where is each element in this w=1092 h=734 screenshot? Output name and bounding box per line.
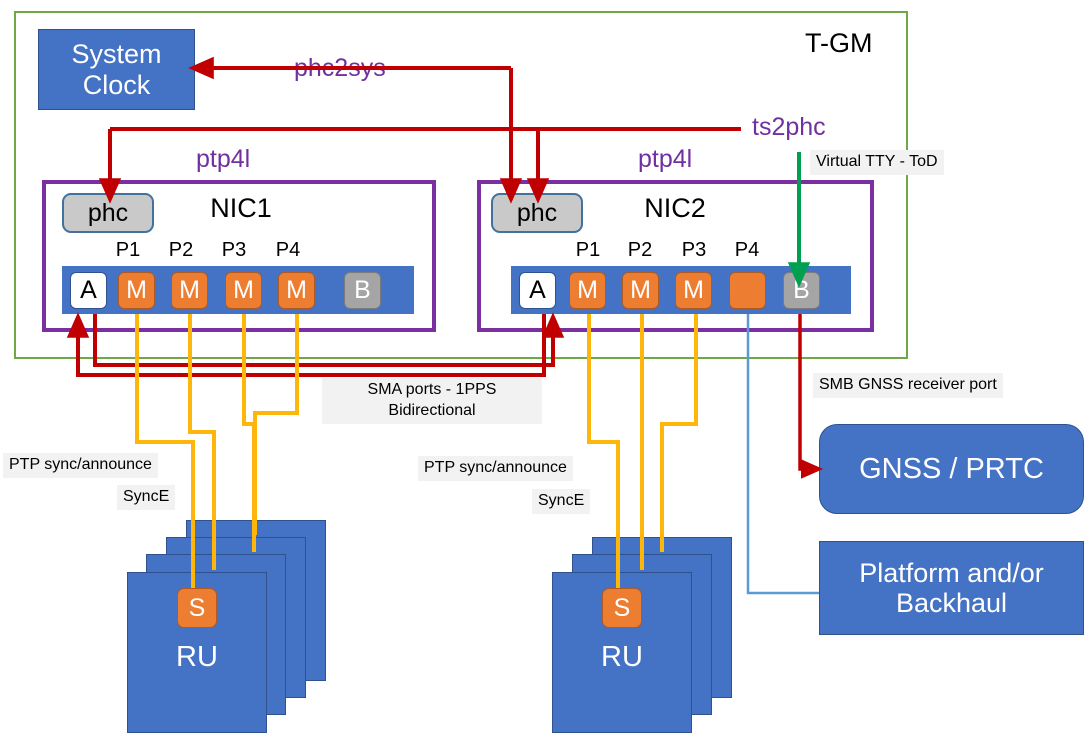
nic1-port-a[interactable]: A — [70, 272, 107, 309]
ru-left-label: RU — [176, 641, 218, 673]
nic2-port-b[interactable]: B — [783, 272, 820, 309]
sma-ports-note: SMA ports - 1PPS Bidirectional — [322, 378, 542, 424]
ptp4l-nic2-label: ptp4l — [638, 145, 693, 173]
nic1-title: NIC1 — [210, 193, 272, 223]
nic1-port-b[interactable]: B — [344, 272, 381, 309]
system-clock-box: System Clock — [38, 29, 195, 110]
nic2-phc-box: phc — [491, 193, 583, 233]
ru-right-label: RU — [601, 641, 643, 673]
nic2-port-label-p3: P3 — [681, 239, 707, 261]
nic2-port-p2[interactable]: M — [622, 272, 659, 309]
nic1-port-label-p4: P4 — [275, 239, 301, 261]
nic1-port-label-p1: P1 — [115, 239, 141, 261]
nic1-port-label-p3: P3 — [221, 239, 247, 261]
phc2sys-label: phc2sys — [294, 54, 386, 82]
nic1-port-p3[interactable]: M — [225, 272, 262, 309]
ptp-sync-note-left: PTP sync/announce — [3, 453, 158, 478]
gnss-prtc-box: GNSS / PRTC — [819, 424, 1084, 514]
ru-right-s-chip: S — [602, 588, 642, 628]
nic1-port-p1[interactable]: M — [118, 272, 155, 309]
ru-right-front: S RU — [552, 572, 692, 733]
diagram-canvas: T-GM System Clock phc2sys ts2phc ptp4l p… — [0, 0, 1092, 734]
nic2-port-a[interactable]: A — [519, 272, 556, 309]
nic2-port-label-p1: P1 — [575, 239, 601, 261]
sma-note-line2: Bidirectional — [388, 401, 476, 419]
tgm-label: T-GM — [805, 28, 873, 58]
ptp4l-nic1-label: ptp4l — [196, 145, 251, 173]
system-clock-line2: Clock — [82, 69, 151, 100]
nic2-port-p4[interactable] — [729, 272, 766, 309]
virtual-tty-note: Virtual TTY - ToD — [810, 150, 944, 175]
nic1-port-label-p2: P2 — [168, 239, 194, 261]
nic1-phc-box: phc — [62, 193, 154, 233]
ru-left-s-chip: S — [177, 588, 217, 628]
smb-gnss-note: SMB GNSS receiver port — [813, 373, 1003, 398]
sma-note-line1: SMA ports - 1PPS — [367, 381, 497, 398]
nic1-port-p2[interactable]: M — [171, 272, 208, 309]
synce-note-right: SyncE — [532, 489, 591, 514]
nic2-port-p3[interactable]: M — [675, 272, 712, 309]
nic2-title: NIC2 — [644, 193, 706, 223]
synce-note-left: SyncE — [117, 485, 176, 510]
platform-backhaul-box: Platform and/or Backhaul — [819, 541, 1084, 635]
nic1-port-p4[interactable]: M — [278, 272, 315, 309]
nic2-port-bar: A M M M B — [511, 266, 851, 314]
system-clock-line1: System — [71, 39, 162, 70]
ts2phc-label: ts2phc — [752, 113, 826, 141]
platform-line1: Platform and/or — [859, 557, 1044, 588]
nic2-port-p1[interactable]: M — [569, 272, 606, 309]
nic2-port-label-p2: P2 — [627, 239, 653, 261]
platform-line2: Backhaul — [895, 588, 1008, 618]
ptp-sync-note-right: PTP sync/announce — [418, 456, 573, 481]
nic2-port-label-p4: P4 — [734, 239, 760, 261]
nic1-port-bar: A M M M M B — [62, 266, 414, 314]
ru-left-front: S RU — [127, 572, 267, 733]
